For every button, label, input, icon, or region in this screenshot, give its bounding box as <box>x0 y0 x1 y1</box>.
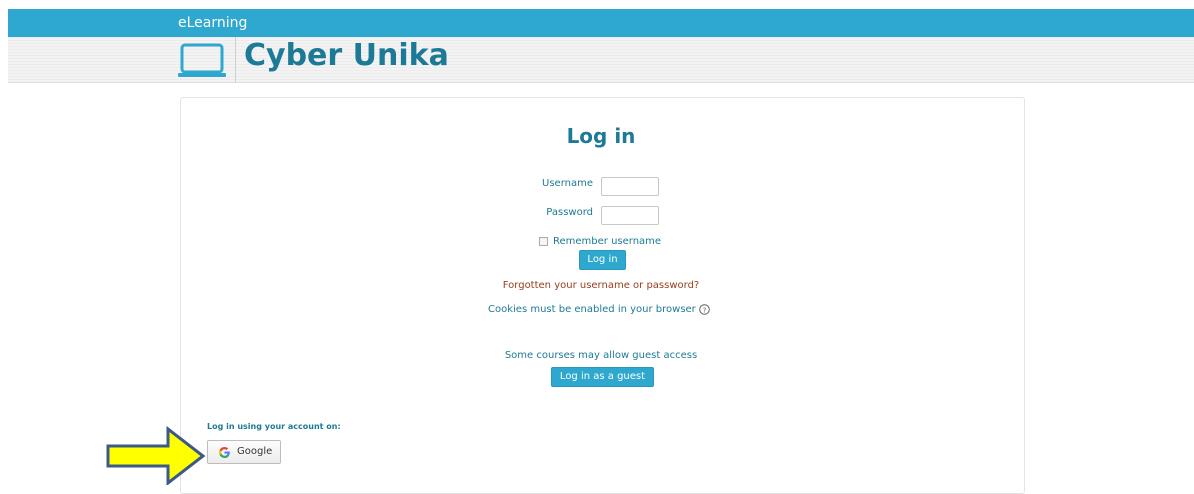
password-label: Password <box>546 207 593 218</box>
login-button[interactable]: Log in <box>579 250 626 270</box>
forgot-password-link[interactable]: Forgotten your username or password? <box>0 280 1194 291</box>
login-heading: Log in <box>566 124 636 148</box>
pointer-arrow <box>106 426 206 485</box>
google-login-button[interactable]: Google <box>207 440 281 464</box>
top-bar-label: eLearning <box>178 15 248 31</box>
site-name-link[interactable]: Cyber Unika <box>244 38 449 73</box>
laptop-icon <box>178 43 226 77</box>
username-input[interactable] <box>601 177 659 196</box>
cookies-notice: Cookies must be enabled in your browser <box>488 304 696 315</box>
guest-login-button[interactable]: Log in as a guest <box>551 367 654 387</box>
remember-username-checkbox[interactable] <box>539 237 548 246</box>
top-bar: eLearning <box>8 9 1194 37</box>
svg-text:?: ? <box>703 306 707 314</box>
oauth-heading: Log in using your account on: <box>207 422 341 431</box>
google-icon <box>219 446 230 458</box>
help-icon[interactable]: ? <box>699 304 710 315</box>
password-input[interactable] <box>601 206 659 225</box>
remember-username-label[interactable]: Remember username <box>553 236 661 247</box>
username-label: Username <box>542 178 593 189</box>
guest-access-notice: Some courses may allow guest access <box>504 350 698 361</box>
google-button-label: Google <box>237 446 273 457</box>
login-card <box>180 97 1025 494</box>
header-divider <box>235 37 236 82</box>
